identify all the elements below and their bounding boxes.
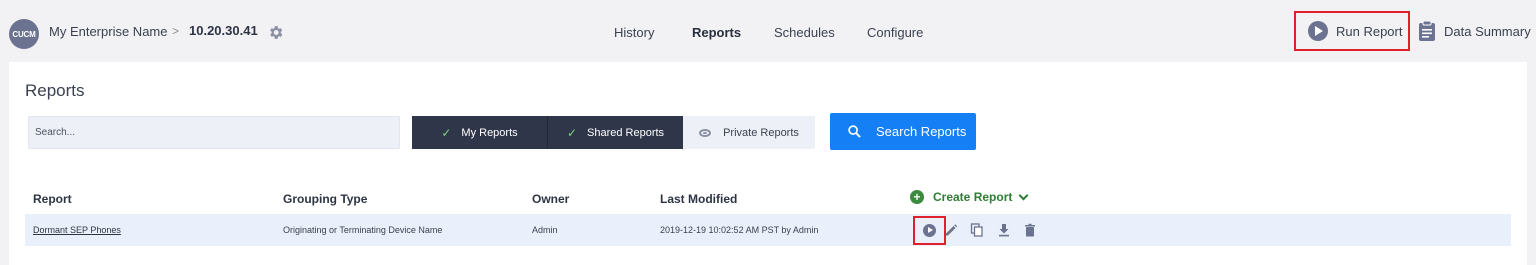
filter-private-reports[interactable]: Private Reports bbox=[683, 116, 815, 149]
column-owner[interactable]: Owner bbox=[532, 192, 569, 206]
edit-icon[interactable] bbox=[944, 223, 958, 237]
column-report[interactable]: Report bbox=[33, 192, 72, 206]
clipboard-icon bbox=[1419, 21, 1435, 41]
nav-history[interactable]: History bbox=[614, 25, 654, 40]
play-icon bbox=[923, 224, 936, 237]
top-bar: CUCM My Enterprise Name > 10.20.30.41 Hi… bbox=[0, 0, 1536, 62]
breadcrumb-enterprise[interactable]: My Enterprise Name bbox=[49, 24, 167, 39]
last-modified-cell: 2019-12-19 10:02:52 AM PST by Admin bbox=[660, 225, 819, 235]
column-grouping-type[interactable]: Grouping Type bbox=[283, 192, 367, 206]
search-input[interactable] bbox=[28, 116, 400, 149]
search-reports-button[interactable]: Search Reports bbox=[830, 113, 976, 150]
breadcrumb-separator: > bbox=[172, 24, 180, 38]
filter-private-reports-label: Private Reports bbox=[723, 126, 799, 139]
cucm-avatar: CUCM bbox=[9, 19, 39, 49]
filter-my-reports[interactable]: ✓ My Reports bbox=[412, 116, 547, 149]
download-icon[interactable] bbox=[997, 223, 1011, 237]
chevron-down-icon bbox=[1018, 190, 1029, 200]
column-last-modified[interactable]: Last Modified bbox=[660, 192, 737, 206]
create-report-label: Create Report bbox=[933, 190, 1013, 204]
owner-cell: Admin bbox=[532, 225, 558, 235]
nav-schedules[interactable]: Schedules bbox=[774, 25, 835, 40]
filter-shared-reports-label: Shared Reports bbox=[587, 126, 665, 139]
plus-icon: + bbox=[910, 190, 924, 204]
search-icon bbox=[848, 125, 861, 138]
check-icon: ✓ bbox=[441, 125, 452, 140]
filter-my-reports-label: My Reports bbox=[461, 126, 518, 139]
create-report-button[interactable]: + Create Report bbox=[910, 190, 1029, 204]
data-summary-button[interactable]: Data Summary bbox=[1419, 21, 1531, 41]
page-title: Reports bbox=[25, 81, 85, 100]
copy-icon[interactable] bbox=[970, 223, 984, 237]
nav-reports[interactable]: Reports bbox=[692, 25, 741, 40]
play-icon bbox=[1308, 21, 1328, 41]
nav-configure[interactable]: Configure bbox=[867, 25, 923, 40]
delete-icon[interactable] bbox=[1023, 223, 1037, 237]
search-reports-label: Search Reports bbox=[876, 124, 967, 139]
grouping-type-cell: Originating or Terminating Device Name bbox=[283, 225, 443, 235]
run-report-button[interactable]: Run Report bbox=[1294, 11, 1410, 51]
eye-icon bbox=[699, 128, 712, 137]
run-report-action[interactable] bbox=[913, 216, 946, 245]
data-summary-label: Data Summary bbox=[1444, 23, 1531, 39]
check-icon: ✓ bbox=[566, 125, 577, 140]
reports-panel: Reports ✓ My Reports ✓ Shared Reports Pr… bbox=[9, 62, 1527, 265]
filter-shared-reports[interactable]: ✓ Shared Reports bbox=[547, 116, 683, 149]
report-link[interactable]: Dormant SEP Phones bbox=[33, 225, 121, 235]
gear-icon[interactable] bbox=[267, 24, 284, 41]
run-report-label: Run Report bbox=[1336, 23, 1403, 39]
breadcrumb-ip: 10.20.30.41 bbox=[189, 23, 258, 38]
